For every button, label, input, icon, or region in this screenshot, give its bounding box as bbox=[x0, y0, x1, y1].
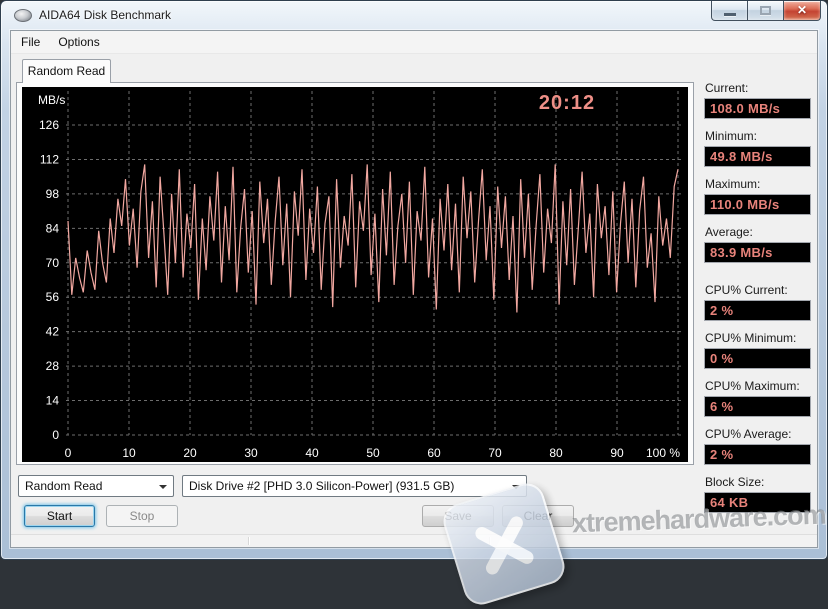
status-separator bbox=[489, 537, 490, 545]
app-window: AIDA64 Disk Benchmark ✕ File Options Ran… bbox=[0, 0, 828, 560]
stat-value-2: 110.0 MB/s bbox=[704, 194, 811, 215]
window-title: AIDA64 Disk Benchmark bbox=[39, 8, 171, 22]
stat-label-7: CPU% Average: bbox=[705, 427, 792, 441]
stats-panel: Current: 108.0 MB/s Minimum: 49.8 MB/s Maxim… bbox=[704, 31, 812, 547]
stat-label-5: CPU% Minimum: bbox=[705, 331, 796, 345]
close-button[interactable]: ✕ bbox=[783, 1, 821, 21]
svg-text:0: 0 bbox=[52, 428, 59, 442]
stat-label-3: Average: bbox=[705, 225, 753, 239]
benchmark-chart: 126 112 98 84 70 56 42 28 14 00 10 20 30 40 50 60 70 80 90… bbox=[22, 87, 688, 462]
svg-text:90: 90 bbox=[610, 446, 624, 460]
stat-value-5: 0 % bbox=[704, 348, 811, 369]
svg-text:40: 40 bbox=[305, 446, 319, 460]
svg-text:50: 50 bbox=[366, 446, 380, 460]
status-bar bbox=[11, 534, 817, 547]
svg-text:70: 70 bbox=[488, 446, 502, 460]
maximize-icon bbox=[760, 6, 771, 15]
svg-text:28: 28 bbox=[46, 359, 60, 373]
menu-options[interactable]: Options bbox=[50, 32, 107, 52]
minimize-icon bbox=[724, 13, 736, 16]
stat-value-4: 2 % bbox=[704, 300, 811, 321]
stat-value-3: 83.9 MB/s bbox=[704, 242, 811, 263]
svg-text:0: 0 bbox=[65, 446, 72, 460]
stat-label-0: Current: bbox=[705, 81, 748, 95]
stat-value-7: 2 % bbox=[704, 444, 811, 465]
menu-file[interactable]: File bbox=[13, 32, 48, 52]
chevron-down-icon bbox=[159, 485, 167, 489]
maximize-button[interactable] bbox=[748, 1, 783, 21]
chevron-down-icon bbox=[512, 485, 520, 489]
menu-bar: File Options bbox=[11, 31, 817, 54]
stat-label-8: Block Size: bbox=[705, 475, 764, 489]
stat-value-0: 108.0 MB/s bbox=[704, 98, 811, 119]
stat-label-1: Minimum: bbox=[705, 129, 757, 143]
svg-text:60: 60 bbox=[427, 446, 441, 460]
drive-select-value: Disk Drive #2 [PHD 3.0 Silicon-Power] (9… bbox=[189, 479, 454, 493]
benchmark-type-select[interactable]: Random Read bbox=[18, 475, 174, 497]
stat-value-8: 64 KB bbox=[704, 492, 811, 513]
svg-text:10: 10 bbox=[122, 446, 136, 460]
start-button[interactable]: Start bbox=[24, 505, 95, 527]
tab-page: 126 112 98 84 70 56 42 28 14 00 10 20 30 40 50 60 70 80 90… bbox=[16, 82, 694, 465]
svg-text:100 %: 100 % bbox=[646, 446, 680, 460]
svg-text:70: 70 bbox=[46, 256, 60, 270]
svg-text:56: 56 bbox=[46, 290, 60, 304]
stat-value-6: 6 % bbox=[704, 396, 811, 417]
stat-label-4: CPU% Current: bbox=[705, 283, 788, 297]
svg-text:112: 112 bbox=[40, 152, 59, 166]
svg-text:30: 30 bbox=[244, 446, 258, 460]
client-area: File Options Random Read 126 112 98 84 70 56 4… bbox=[10, 30, 818, 548]
close-icon: ✕ bbox=[784, 3, 820, 17]
svg-text:20: 20 bbox=[183, 446, 197, 460]
stat-value-1: 49.8 MB/s bbox=[704, 146, 811, 167]
y-axis-unit-label: MB/s bbox=[38, 93, 65, 107]
save-button[interactable]: Save bbox=[422, 505, 494, 527]
status-separator bbox=[248, 537, 249, 545]
benchmark-type-value: Random Read bbox=[25, 479, 102, 493]
stat-label-2: Maximum: bbox=[705, 177, 760, 191]
title-bar[interactable]: AIDA64 Disk Benchmark ✕ bbox=[1, 1, 827, 30]
chart-plot: 126 112 98 84 70 56 42 28 14 00 10 20 30 40 50 60 70 80 90… bbox=[22, 87, 688, 462]
stat-label-6: CPU% Maximum: bbox=[705, 379, 800, 393]
svg-text:42: 42 bbox=[46, 325, 60, 339]
svg-text:98: 98 bbox=[46, 187, 60, 201]
svg-text:84: 84 bbox=[46, 221, 60, 235]
tab-random-read[interactable]: Random Read bbox=[22, 59, 111, 83]
elapsed-time-label: 20:12 bbox=[527, 92, 607, 115]
clear-button[interactable]: Clear bbox=[502, 505, 574, 527]
stop-button: Stop bbox=[106, 505, 178, 527]
app-icon bbox=[14, 9, 32, 22]
svg-text:126: 126 bbox=[39, 118, 59, 132]
svg-text:80: 80 bbox=[549, 446, 563, 460]
caption-buttons: ✕ bbox=[711, 1, 821, 21]
svg-text:14: 14 bbox=[46, 394, 60, 408]
minimize-button[interactable] bbox=[711, 1, 748, 21]
drive-select[interactable]: Disk Drive #2 [PHD 3.0 Silicon-Power] (9… bbox=[182, 475, 527, 497]
